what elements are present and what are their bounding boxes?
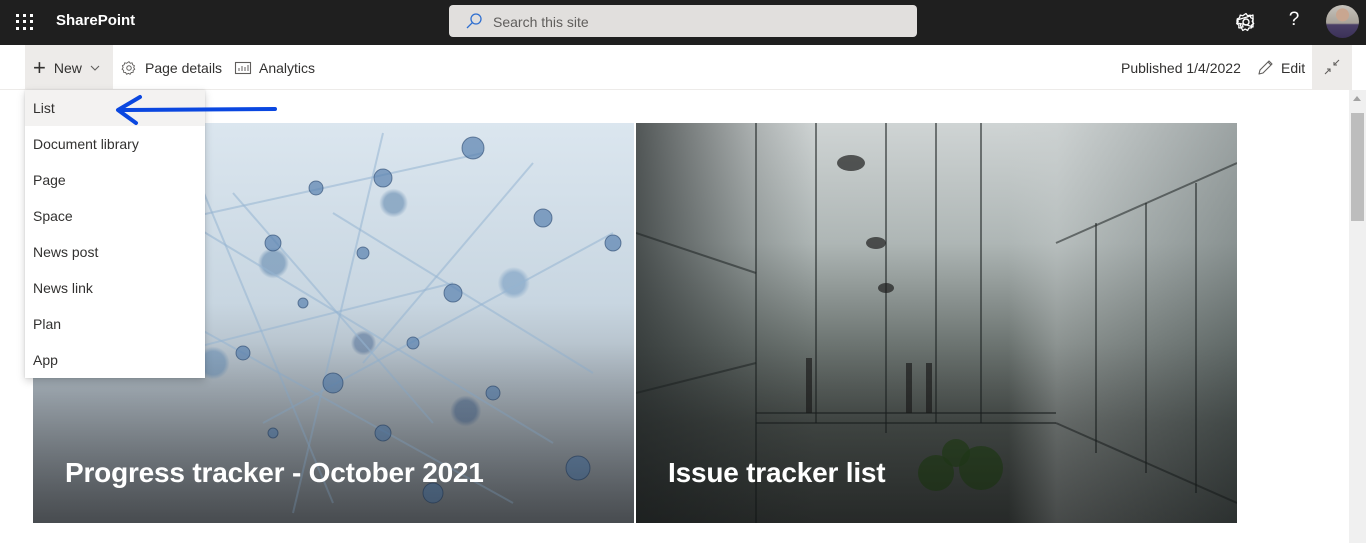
edit-button[interactable]: Edit	[1256, 45, 1305, 90]
page-details-button[interactable]: Page details	[120, 45, 222, 90]
plus-icon: +	[33, 54, 46, 80]
app-launcher-icon[interactable]	[14, 12, 34, 32]
menu-item-space[interactable]: Space	[25, 198, 205, 234]
pencil-icon	[1258, 59, 1273, 75]
new-dropdown-menu: List Document library Page Space News po…	[25, 90, 205, 378]
search-icon	[466, 13, 482, 29]
menu-item-list[interactable]: List	[25, 90, 205, 126]
avatar[interactable]	[1326, 5, 1359, 38]
menu-item-plan[interactable]: Plan	[25, 306, 205, 342]
suite-bar: SharePoint Search this site ?	[0, 0, 1366, 45]
tile-shade	[636, 343, 1237, 523]
chevron-down-icon	[90, 65, 100, 71]
help-icon[interactable]: ?	[1285, 9, 1303, 31]
search-box[interactable]: Search this site	[449, 5, 917, 37]
vertical-scrollbar[interactable]	[1349, 90, 1366, 543]
scrollbar-thumb[interactable]	[1351, 113, 1364, 221]
gear-icon	[121, 60, 136, 75]
hero-tile-issue-tracker[interactable]: Issue tracker list	[636, 123, 1237, 523]
menu-item-document-library[interactable]: Document library	[25, 126, 205, 162]
search-input[interactable]: Search this site	[493, 14, 589, 30]
collapse-button[interactable]	[1312, 45, 1352, 90]
analytics-icon	[234, 61, 252, 74]
app-name[interactable]: SharePoint	[56, 12, 135, 29]
edit-label: Edit	[1281, 59, 1306, 76]
page-details-label: Page details	[145, 59, 223, 76]
menu-item-news-link[interactable]: News link	[25, 270, 205, 306]
new-label: New	[53, 59, 82, 76]
hero-tile-title[interactable]: Issue tracker list	[668, 457, 886, 489]
new-button[interactable]: + New	[25, 45, 113, 90]
collapse-icon	[1324, 59, 1340, 75]
scroll-up-arrow-icon[interactable]	[1353, 96, 1361, 101]
hero-tile-title[interactable]: Progress tracker - October 2021	[65, 457, 484, 489]
published-status: Published 1/4/2022	[1121, 60, 1241, 76]
menu-item-page[interactable]: Page	[25, 162, 205, 198]
analytics-label: Analytics	[259, 59, 316, 76]
menu-item-app[interactable]: App	[25, 342, 205, 378]
command-bar: + New Page details Analytics Published 1…	[0, 45, 1352, 90]
menu-item-news-post[interactable]: News post	[25, 234, 205, 270]
analytics-button[interactable]: Analytics	[234, 45, 315, 90]
gear-icon[interactable]	[1234, 10, 1258, 34]
